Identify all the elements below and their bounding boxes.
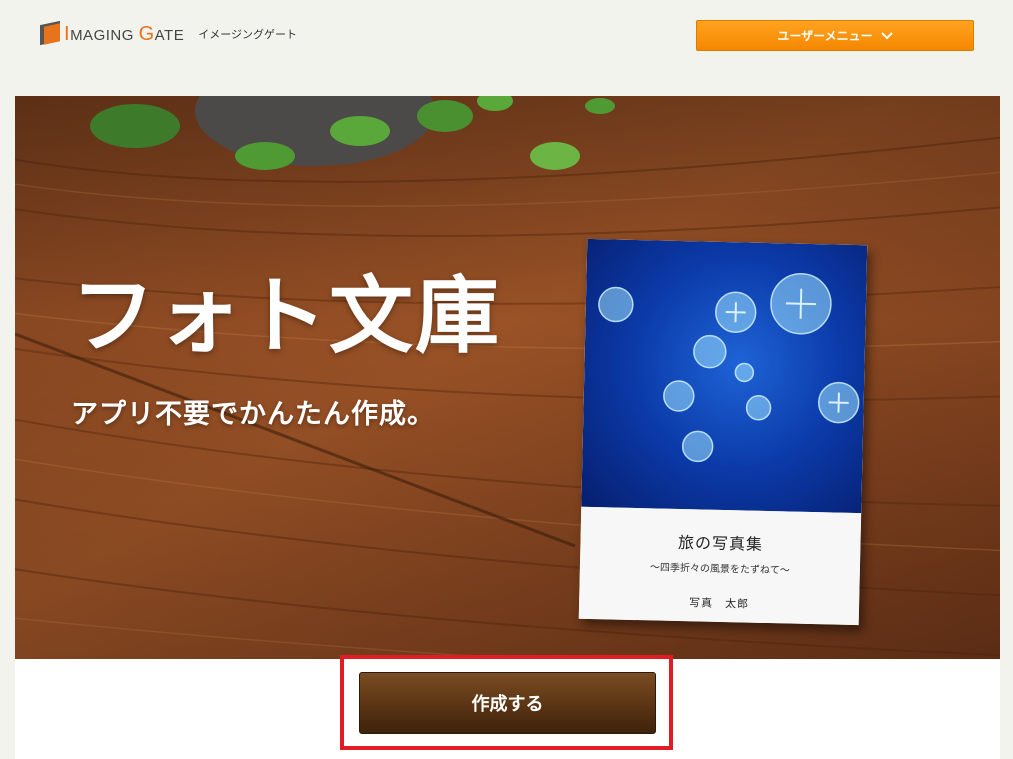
- user-menu-button[interactable]: ユーザーメニュー: [696, 20, 974, 51]
- book-author: 写真 太郎: [688, 596, 750, 611]
- jellyfish-illustration: [598, 272, 860, 463]
- imaging-gate-logo-icon: [40, 20, 62, 46]
- book-label: 旅の写真集 〜四季折々の風景をたずねて〜 写真 太郎: [578, 506, 862, 626]
- hero-banner: フォト文庫 アプリ不要でかんたん作成。 旅の写真集 〜四季折々の風景をたずねて〜…: [15, 96, 1000, 659]
- hero-subtitle: アプリ不要でかんたん作成。: [71, 399, 435, 430]
- book-cover-photo: [581, 238, 868, 514]
- photo-book-image: 旅の写真集 〜四季折々の風景をたずねて〜 写真 太郎: [578, 238, 868, 626]
- book-subtitle: 〜四季折々の風景をたずねて〜: [649, 562, 790, 577]
- user-menu-label: ユーザーメニュー: [777, 29, 873, 43]
- chevron-down-icon: [880, 31, 893, 39]
- hero-title: フォト文庫: [71, 267, 502, 365]
- logo[interactable]: IMAGING GATE イメージングゲート: [40, 20, 297, 48]
- logo-text: IMAGING GATE: [64, 22, 185, 45]
- header: IMAGING GATE イメージングゲート ユーザーメニュー: [15, 0, 1000, 96]
- page: IMAGING GATE イメージングゲート ユーザーメニュー フォト文庫 アプ…: [15, 0, 1000, 759]
- logo-subtitle: イメージングゲート: [198, 28, 297, 41]
- book-title: 旅の写真集: [677, 533, 764, 554]
- create-button[interactable]: 作成する: [359, 672, 656, 734]
